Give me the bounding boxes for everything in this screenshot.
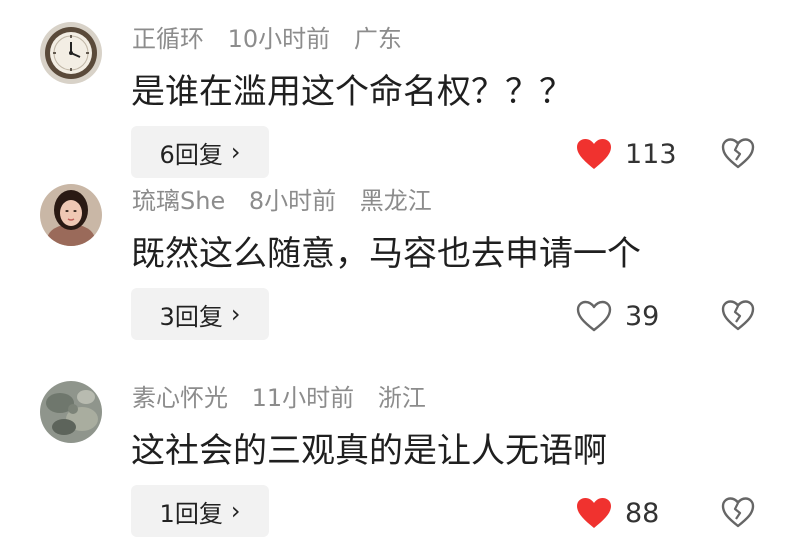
stone-texture-icon (40, 381, 102, 443)
avatar[interactable] (40, 381, 102, 443)
dislike-button[interactable] (720, 298, 756, 334)
dislike-button[interactable] (720, 495, 756, 531)
username[interactable]: 琉璃She (132, 187, 225, 215)
username[interactable]: 正循环 (132, 25, 204, 53)
heart-outline-icon (576, 300, 612, 332)
broken-heart-icon (721, 138, 755, 169)
comment-text[interactable]: 是谁在滥用这个命名权？？？ (131, 70, 573, 114)
comment-meta: 琉璃She 8小时前 黑龙江 (132, 186, 448, 216)
replies-label: 3回复 (159, 302, 223, 331)
location: 广东 (353, 25, 402, 53)
comment-meta: 素心怀光 11小时前 浙江 (132, 383, 442, 413)
comment-text[interactable]: 这社会的三观真的是让人无语啊 (131, 429, 607, 473)
like-button[interactable]: 113 (575, 134, 677, 174)
like-count: 88 (625, 497, 660, 529)
replies-label: 6回复 (159, 140, 223, 169)
view-replies-button[interactable]: 1回复 › (131, 485, 269, 537)
location: 浙江 (377, 384, 426, 412)
broken-heart-icon (721, 497, 755, 528)
timestamp: 11小时前 (251, 384, 355, 412)
chevron-right-icon: › (230, 497, 241, 525)
replies-label: 1回复 (159, 499, 223, 528)
heart-icon (577, 498, 611, 528)
comment-item: 素心怀光 11小时前 浙江 这社会的三观真的是让人无语啊 1回复 › 88 (0, 373, 800, 537)
chevron-right-icon: › (230, 300, 241, 328)
view-replies-button[interactable]: 3回复 › (131, 288, 269, 340)
broken-heart-icon (721, 300, 755, 331)
username[interactable]: 素心怀光 (132, 384, 228, 412)
dislike-button[interactable] (720, 136, 756, 172)
avatar[interactable] (40, 22, 102, 84)
like-count: 113 (625, 138, 677, 170)
like-button[interactable]: 39 (575, 296, 659, 336)
like-button[interactable]: 88 (575, 493, 659, 533)
heart-icon (577, 139, 611, 169)
chevron-right-icon: › (230, 138, 241, 166)
timestamp: 10小时前 (227, 25, 331, 53)
avatar[interactable] (40, 184, 102, 246)
like-count: 39 (625, 300, 660, 332)
view-replies-button[interactable]: 6回复 › (131, 126, 269, 178)
comment-item: 琉璃She 8小时前 黑龙江 既然这么随意，马容也去申请一个 3回复 › 39 (0, 176, 800, 340)
comment-item: 正循环 10小时前 广东 是谁在滥用这个命名权？？？ 6回复 › 113 (0, 14, 800, 178)
comment-text[interactable]: 既然这么随意，马容也去申请一个 (131, 232, 641, 276)
timestamp: 8小时前 (248, 187, 337, 215)
woman-portrait-icon (40, 184, 102, 246)
wall-clock-icon (40, 22, 102, 84)
location: 黑龙江 (359, 187, 432, 215)
comment-meta: 正循环 10小时前 广东 (132, 24, 418, 54)
